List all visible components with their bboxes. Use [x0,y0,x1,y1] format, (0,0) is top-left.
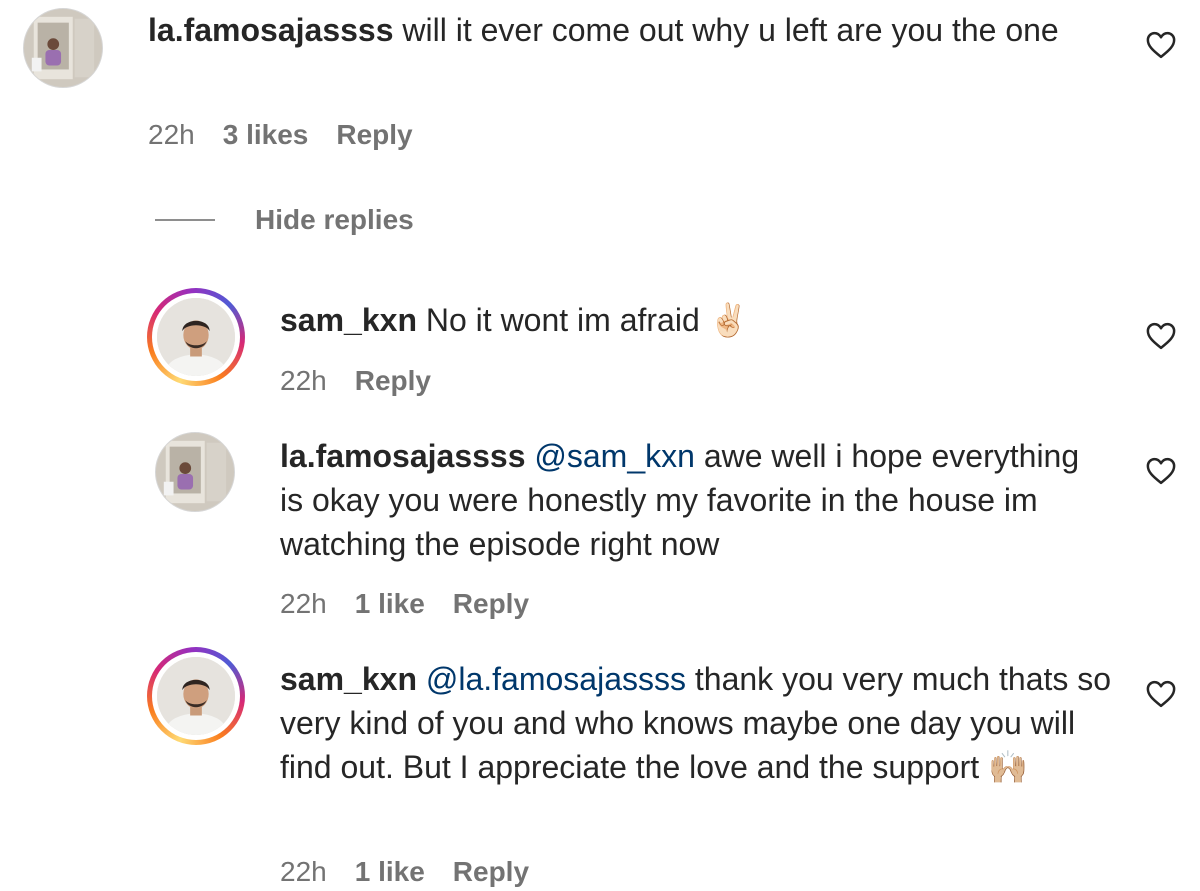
hide-replies-line [155,219,215,221]
hide-replies-label: Hide replies [255,204,414,235]
reply-button[interactable]: Reply [453,856,529,887]
heart-outline-icon [1146,457,1176,485]
portrait-avatar-icon [157,657,235,735]
comment-text: la.famosajassss @sam_kxn awe well i hope… [280,434,1110,566]
comment-body: will it ever come out why u left are you… [402,12,1059,48]
comment-meta: 22h 1 like Reply [280,855,557,889]
comment-mention[interactable]: @sam_kxn [534,438,695,474]
comment-likes[interactable]: 1 like [355,856,425,887]
comment-mention[interactable]: @la.famosajassss [426,661,686,697]
comment-username[interactable]: sam_kxn [280,302,417,338]
reply-button[interactable]: Reply [355,365,431,396]
comment-meta: 22h 3 likes Reply [148,118,441,152]
heart-outline-icon [1146,322,1176,350]
comment-text: la.famosajassss will it ever come out wh… [148,8,1108,52]
avatar[interactable] [23,8,103,88]
comment-time: 22h [280,856,327,887]
comment-username[interactable]: la.famosajassss [148,12,394,48]
comment-meta: 22h 1 like Reply [280,587,557,621]
avatar-story-ring[interactable] [147,288,245,386]
comment-text: sam_kxn No it wont im afraid ✌🏻 [280,298,1100,342]
comment-text: sam_kxn @la.famosajassss thank you very … [280,657,1120,789]
comment-likes[interactable]: 1 like [355,588,425,619]
raising-hands-emoji: 🙌🏼 [988,748,1028,786]
reply-button[interactable]: Reply [336,119,412,150]
portrait-avatar-icon [157,298,235,376]
comment-time: 22h [280,365,327,396]
comment-time: 22h [280,588,327,619]
victory-hand-emoji: ✌🏻 [708,301,749,339]
like-button[interactable] [1146,457,1176,485]
comment-username[interactable]: sam_kxn [280,661,417,697]
like-button[interactable] [1146,322,1176,350]
avatar[interactable] [155,432,235,512]
mirror-selfie-avatar-icon [24,9,102,87]
comment-likes[interactable]: 3 likes [223,119,309,150]
avatar-story-ring[interactable] [147,647,245,745]
heart-outline-icon [1146,31,1176,59]
comment-username[interactable]: la.famosajassss [280,438,526,474]
heart-outline-icon [1146,680,1176,708]
comment-body: No it wont im afraid [425,302,700,338]
like-button[interactable] [1146,31,1176,59]
reply-button[interactable]: Reply [453,588,529,619]
comment-time: 22h [148,119,195,150]
hide-replies-toggle[interactable]: Hide replies [155,200,414,240]
like-button[interactable] [1146,680,1176,708]
comment-meta: 22h Reply [280,364,459,398]
mirror-selfie-avatar-icon [156,433,234,511]
